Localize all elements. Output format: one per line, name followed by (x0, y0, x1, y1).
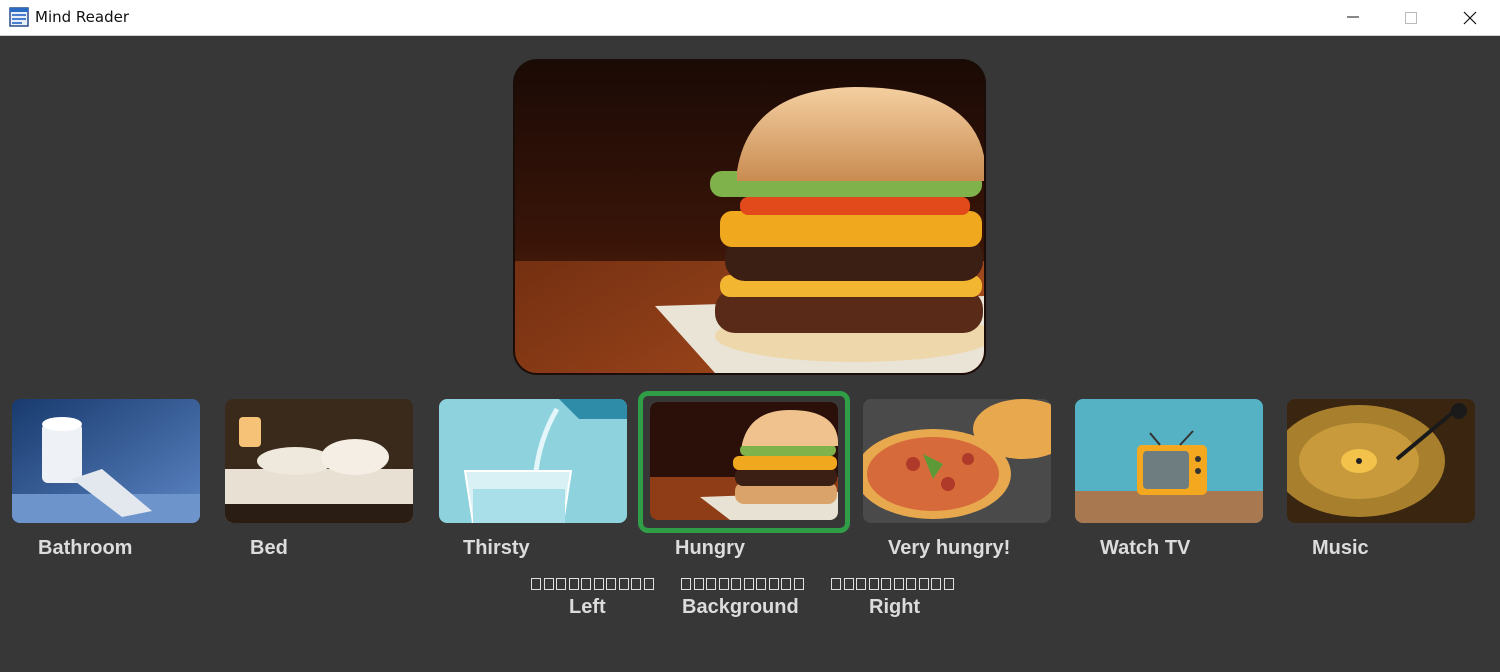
meter-cell (606, 578, 616, 590)
title-bar: Mind Reader (0, 0, 1500, 36)
meter-cell (593, 578, 604, 590)
meter-cell (693, 578, 704, 590)
meter-cell (731, 578, 741, 590)
meter-cell (931, 578, 941, 590)
option-label-bathroom: Bathroom (38, 537, 133, 559)
meter-cell (743, 578, 754, 590)
toilet-paper-icon (12, 399, 200, 523)
meter-cell (881, 578, 891, 590)
meter-cell (906, 578, 916, 590)
option-label-hungry: Hungry (675, 537, 745, 559)
meter-cell (843, 578, 854, 590)
main-preview (515, 61, 984, 373)
minimize-icon (1347, 16, 1359, 18)
option-very-hungry-thumbnail[interactable] (863, 399, 1051, 523)
meter-label-left: Left (569, 596, 606, 618)
meter-cell (918, 578, 929, 590)
option-label-very-hungry: Very hungry! (888, 537, 1011, 559)
meter-label-right: Right (869, 596, 921, 618)
meter-cell (643, 578, 654, 590)
pizza-icon (863, 399, 1051, 523)
maximize-icon (1405, 12, 1417, 24)
meter-cell (943, 578, 954, 590)
meter-cell (568, 578, 579, 590)
app-icon (9, 7, 29, 27)
option-hungry-thumbnail[interactable] (650, 402, 838, 520)
close-button[interactable] (1441, 0, 1499, 35)
meter-cell (856, 578, 866, 590)
water-glass-icon (439, 399, 627, 523)
meter-cell (706, 578, 716, 590)
burger-icon (650, 402, 838, 520)
meter-cell (893, 578, 904, 590)
meter-cell (718, 578, 729, 590)
meter-cell (531, 578, 541, 590)
option-label-thirsty: Thirsty (463, 537, 530, 559)
meter-cell (618, 578, 629, 590)
bed-icon (225, 399, 413, 523)
option-watch-tv-thumbnail[interactable] (1075, 399, 1263, 523)
option-thirsty-thumbnail[interactable] (439, 399, 627, 523)
meter-right (831, 578, 956, 591)
option-music-thumbnail[interactable] (1287, 399, 1475, 523)
meter-cell (681, 578, 691, 590)
maximize-button[interactable] (1382, 0, 1440, 35)
meter-background (681, 578, 806, 591)
meter-cell (756, 578, 766, 590)
meter-cell (868, 578, 879, 590)
option-label-bed: Bed (250, 537, 288, 559)
meter-cell (543, 578, 554, 590)
record-player-icon (1287, 399, 1475, 523)
window-title: Mind Reader (35, 8, 129, 26)
minimize-button[interactable] (1324, 0, 1382, 35)
meter-label-background: Background (682, 596, 799, 618)
television-icon (1075, 399, 1263, 523)
meter-cell (831, 578, 841, 590)
meter-cell (581, 578, 591, 590)
meter-cell (631, 578, 641, 590)
option-label-music: Music (1312, 537, 1369, 559)
meter-cell (768, 578, 779, 590)
meter-cell (781, 578, 791, 590)
option-bed-thumbnail[interactable] (225, 399, 413, 523)
meter-cell (556, 578, 566, 590)
option-label-watch-tv: Watch TV (1100, 537, 1191, 559)
meter-left (531, 578, 656, 591)
meter-cell (793, 578, 804, 590)
close-icon (1463, 11, 1477, 25)
burger-image (515, 61, 984, 373)
option-bathroom-thumbnail[interactable] (12, 399, 200, 523)
